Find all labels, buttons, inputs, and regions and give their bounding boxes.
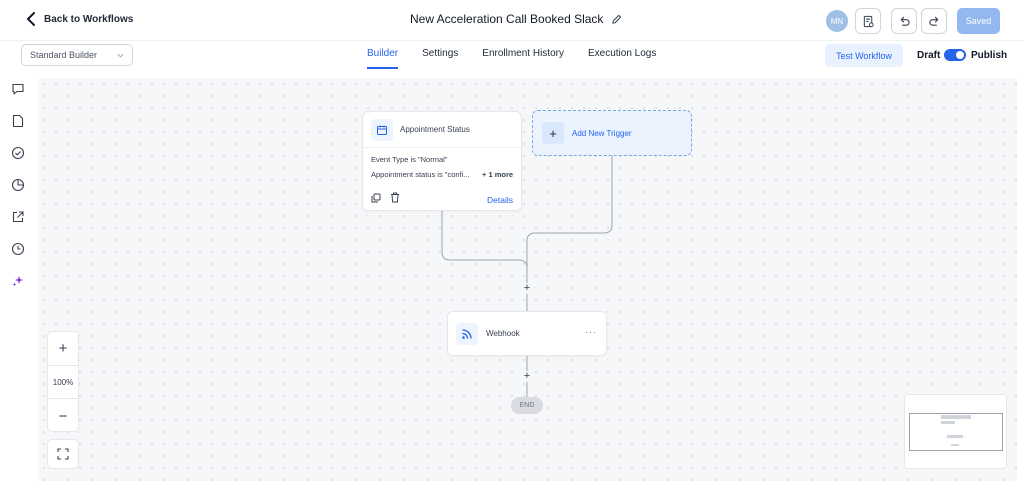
webhook-action-card[interactable]: Webhook ···	[447, 311, 607, 356]
plus-icon: +	[542, 122, 564, 144]
chat-icon[interactable]	[11, 82, 25, 96]
sparkles-icon[interactable]	[11, 274, 25, 288]
external-link-icon[interactable]	[11, 210, 25, 224]
saved-button[interactable]: Saved	[957, 8, 1000, 34]
expand-icon	[57, 448, 69, 460]
redo-icon	[928, 16, 938, 26]
zoom-controls: + 100% −	[47, 331, 79, 432]
publish-label: Publish	[971, 50, 1008, 61]
check-circle-icon[interactable]	[11, 146, 25, 160]
left-sidebar	[0, 71, 36, 487]
workflow-title[interactable]: New Acceleration Call Booked Slack	[410, 12, 603, 26]
notes-button[interactable]	[855, 8, 881, 34]
add-new-trigger-label: Add New Trigger	[572, 128, 632, 138]
details-link[interactable]: Details	[487, 195, 513, 205]
workflow-canvas[interactable]	[38, 78, 1017, 481]
tab-settings[interactable]: Settings	[422, 48, 458, 69]
trigger-condition: Appointment status is "confi...	[371, 170, 470, 179]
sub-header: Standard Builder Builder Settings Enroll…	[0, 40, 1024, 71]
back-to-workflows-link[interactable]: Back to Workflows	[26, 12, 133, 26]
tab-builder[interactable]: Builder	[367, 48, 399, 69]
redo-button[interactable]	[921, 8, 947, 34]
calendar-icon	[371, 118, 393, 141]
add-step-button[interactable]: +	[522, 371, 532, 382]
more-conditions-label: + 1 more	[482, 170, 514, 179]
draft-label: Draft	[917, 50, 941, 61]
rss-icon	[456, 322, 478, 345]
webhook-title: Webhook	[486, 329, 520, 338]
add-step-button[interactable]: +	[522, 283, 532, 294]
back-label: Back to Workflows	[44, 13, 134, 25]
zoom-level: 100%	[48, 365, 78, 399]
add-new-trigger-button[interactable]: + Add New Trigger	[532, 110, 692, 156]
tab-bar: Builder Settings Enrollment History Exec…	[360, 48, 680, 69]
chevron-left-icon	[27, 12, 35, 26]
minimap-node	[941, 421, 955, 424]
undo-button[interactable]	[891, 8, 917, 34]
chevron-down-icon	[117, 53, 124, 58]
publish-toggle[interactable]	[944, 49, 966, 61]
minimap-node	[947, 435, 963, 438]
zoom-out-button[interactable]: −	[48, 400, 78, 432]
undo-icon	[900, 16, 910, 26]
minimap[interactable]	[904, 394, 1007, 469]
test-workflow-button[interactable]: Test Workflow	[825, 44, 903, 67]
copy-icon[interactable]	[371, 193, 381, 203]
more-conditions-link[interactable]: + 1 more	[482, 170, 513, 179]
zoom-in-button[interactable]: +	[48, 332, 78, 364]
trash-icon[interactable]	[390, 192, 400, 203]
document-settings-icon	[863, 15, 874, 27]
top-bar: Back to Workflows New Acceleration Call …	[0, 0, 1024, 40]
tab-execution-logs[interactable]: Execution Logs	[588, 48, 656, 69]
trigger-condition: Event Type is "Normal"	[371, 155, 448, 164]
note-icon[interactable]	[11, 114, 25, 128]
builder-type-select[interactable]: Standard Builder	[21, 44, 133, 66]
tab-enrollment-history[interactable]: Enrollment History	[482, 48, 564, 69]
more-options-icon[interactable]: ···	[585, 327, 597, 337]
pencil-icon[interactable]	[611, 14, 622, 25]
end-node: END	[511, 397, 543, 414]
clock-icon[interactable]	[11, 242, 25, 256]
avatar[interactable]: MN	[826, 10, 848, 32]
trigger-title: Appointment Status	[400, 125, 470, 134]
fit-view-button[interactable]	[47, 439, 79, 469]
pie-chart-icon[interactable]	[11, 178, 25, 192]
minimap-node	[941, 415, 971, 419]
builder-select-value: Standard Builder	[30, 50, 98, 60]
trigger-card[interactable]: Appointment Status Event Type is "Normal…	[362, 111, 522, 211]
minimap-node	[951, 444, 959, 446]
